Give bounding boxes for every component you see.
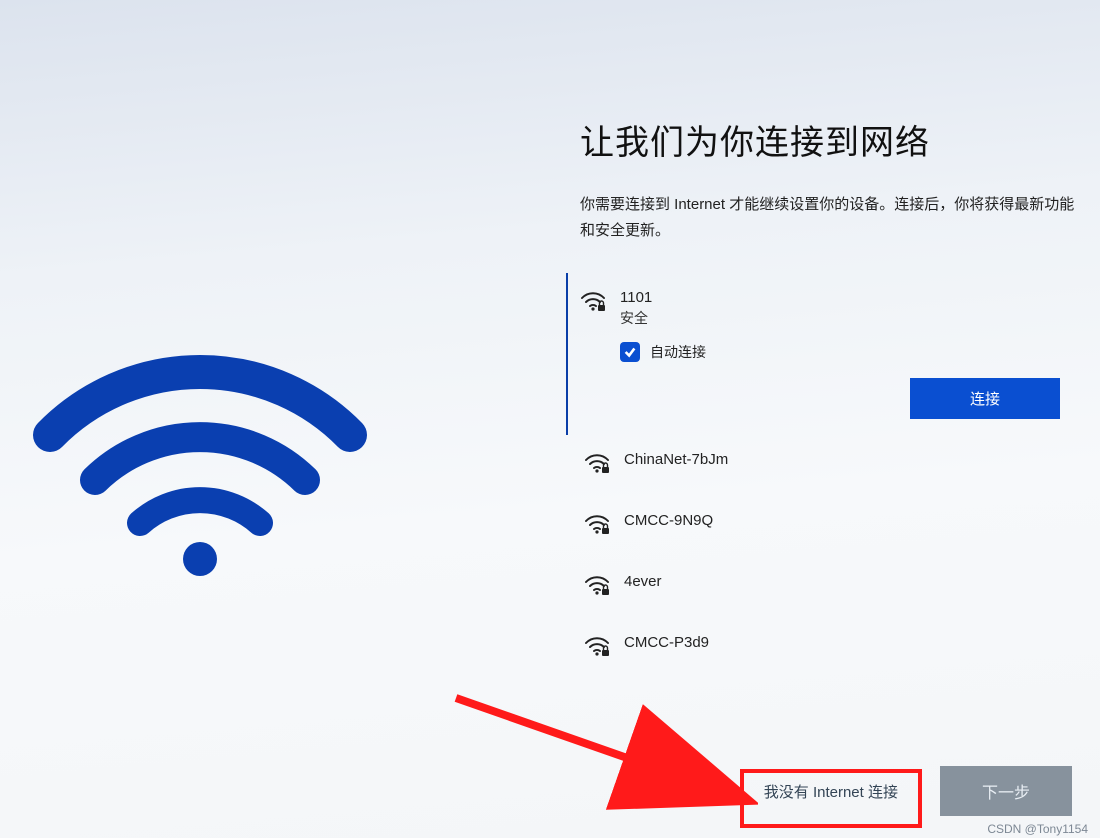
page-subtitle: 你需要连接到 Internet 才能继续设置你的设备。连接后，你将获得最新功能和… <box>580 192 1080 243</box>
watermark: CSDN @Tony1154 <box>987 822 1088 836</box>
auto-connect-checkbox[interactable] <box>620 342 640 362</box>
network-security: 安全 <box>620 308 1072 328</box>
network-item[interactable]: 1101 安全 自动连接连接 <box>566 273 1080 435</box>
network-name: CMCC-P3d9 <box>624 634 1072 651</box>
no-internet-button[interactable]: 我没有 Internet 连接 <box>744 766 918 816</box>
wifi-lock-icon <box>584 575 610 602</box>
network-list: 1101 安全 自动连接连接 ChinaNet-7bJm CMCC-9N9Q <box>580 273 1080 679</box>
wifi-lock-icon <box>584 514 610 541</box>
wifi-hero-icon <box>30 345 370 590</box>
next-button[interactable]: 下一步 <box>940 766 1072 816</box>
wifi-lock-icon <box>580 291 606 318</box>
network-name: 4ever <box>624 573 1072 590</box>
network-item[interactable]: ChinaNet-7bJm <box>580 435 1080 496</box>
network-name: ChinaNet-7bJm <box>624 451 1072 468</box>
wifi-lock-icon <box>584 636 610 663</box>
wifi-lock-icon <box>584 453 610 480</box>
network-item[interactable]: CMCC-P3d9 <box>580 618 1080 679</box>
connect-button[interactable]: 连接 <box>910 378 1060 419</box>
network-item[interactable]: 4ever <box>580 557 1080 618</box>
network-name: CMCC-9N9Q <box>624 512 1072 529</box>
auto-connect-label: 自动连接 <box>650 342 706 362</box>
page-title: 让我们为你连接到网络 <box>580 115 1080 164</box>
network-name: 1101 <box>620 289 1072 306</box>
network-item[interactable]: CMCC-9N9Q <box>580 496 1080 557</box>
